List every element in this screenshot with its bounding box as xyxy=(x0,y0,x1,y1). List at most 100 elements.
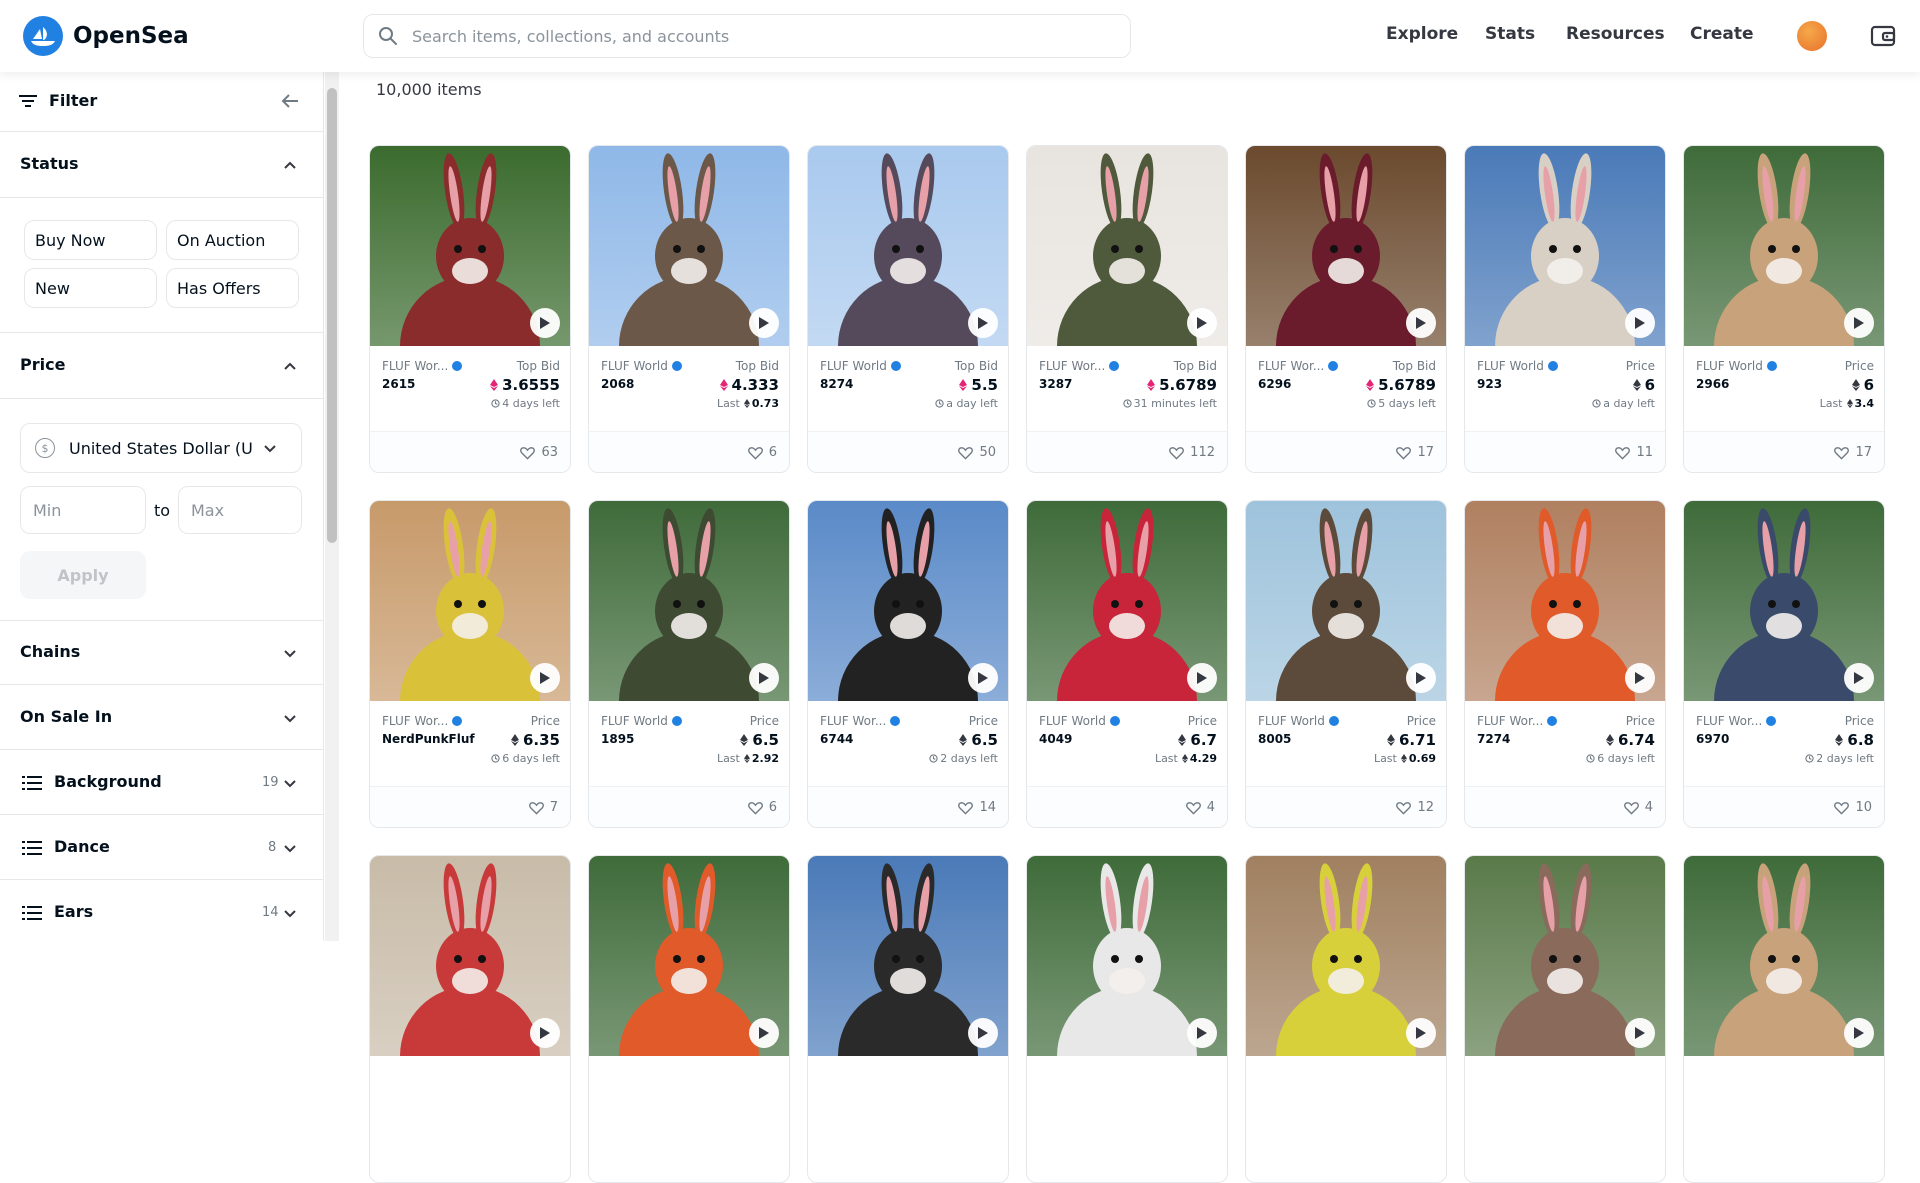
trait-dance-header[interactable]: Dance 8 xyxy=(0,815,323,880)
nft-card[interactable]: FLUF World 8274 Top Bid 5.5 a day left 50 xyxy=(807,145,1009,473)
play-button[interactable] xyxy=(1406,1018,1436,1048)
play-button[interactable] xyxy=(1187,663,1217,693)
favorite-button[interactable]: 14 xyxy=(958,800,996,815)
favorite-button[interactable]: 10 xyxy=(1834,800,1872,815)
nft-card[interactable]: FLUF World 2068 Top Bid 4.333 Last 0.73 6 xyxy=(588,145,790,473)
collection-name[interactable]: FLUF Wor... xyxy=(1477,714,1558,728)
nft-card[interactable]: FLUF Wor... 6296 Top Bid 5.6789 5 days left 1… xyxy=(1245,145,1447,473)
play-button[interactable] xyxy=(530,308,560,338)
new-button[interactable]: New xyxy=(24,268,157,308)
nav-resources[interactable]: Resources xyxy=(1566,24,1665,44)
nav-stats[interactable]: Stats xyxy=(1485,24,1535,44)
nft-card[interactable] xyxy=(807,855,1009,1183)
min-price-input[interactable]: Min xyxy=(20,486,146,534)
play-button[interactable] xyxy=(1844,308,1874,338)
search-input[interactable] xyxy=(412,26,1092,46)
play-button[interactable] xyxy=(530,1018,560,1048)
wallet-icon[interactable] xyxy=(1869,22,1897,50)
nft-card[interactable] xyxy=(369,855,571,1183)
play-button[interactable] xyxy=(1406,663,1436,693)
favorite-button[interactable]: 17 xyxy=(1834,445,1872,460)
currency-select[interactable]: $ United States Dollar (USD) xyxy=(20,423,302,473)
favorite-button[interactable]: 4 xyxy=(1185,800,1215,815)
on-sale-in-section-header[interactable]: On Sale In xyxy=(0,685,323,750)
opensea-logo[interactable]: OpenSea xyxy=(23,16,189,56)
nft-card[interactable] xyxy=(1464,855,1666,1183)
nft-card[interactable]: FLUF World 923 Price 6 a day left 11 xyxy=(1464,145,1666,473)
nft-card[interactable]: FLUF World 8005 Price 6.71 Last 0.69 12 xyxy=(1245,500,1447,828)
collection-name[interactable]: FLUF World xyxy=(601,359,682,373)
collection-name[interactable]: FLUF Wor... xyxy=(1696,714,1777,728)
max-price-input[interactable]: Max xyxy=(178,486,302,534)
play-button[interactable] xyxy=(530,663,560,693)
collection-name[interactable]: FLUF Wor... xyxy=(1039,359,1120,373)
nft-card[interactable]: FLUF Wor... 2615 Top Bid 3.6555 4 days left 6… xyxy=(369,145,571,473)
collection-name[interactable]: FLUF World xyxy=(1696,359,1777,373)
collection-name[interactable]: FLUF Wor... xyxy=(382,359,463,373)
favorite-button[interactable]: 7 xyxy=(528,800,558,815)
collection-name[interactable]: FLUF World xyxy=(1477,359,1558,373)
play-button[interactable] xyxy=(968,308,998,338)
favorite-button[interactable]: 12 xyxy=(1396,800,1434,815)
nft-card[interactable] xyxy=(588,855,790,1183)
apply-button[interactable]: Apply xyxy=(20,551,146,599)
favorite-button[interactable]: 4 xyxy=(1623,800,1653,815)
nft-card[interactable] xyxy=(1683,855,1885,1183)
favorite-button[interactable]: 50 xyxy=(958,445,996,460)
play-button[interactable] xyxy=(1187,308,1217,338)
play-button[interactable] xyxy=(749,1018,779,1048)
play-button[interactable] xyxy=(968,663,998,693)
favorite-button[interactable]: 63 xyxy=(520,445,558,460)
nft-card[interactable]: FLUF Wor... 7274 Price 6.74 6 days left 4 xyxy=(1464,500,1666,828)
favorite-button[interactable]: 112 xyxy=(1169,445,1215,460)
collection-name[interactable]: FLUF Wor... xyxy=(820,714,901,728)
nft-card[interactable]: FLUF Wor... 3287 Top Bid 5.6789 31 minutes l… xyxy=(1026,145,1228,473)
nft-card[interactable]: FLUF Wor... 6970 Price 6.8 2 days left 10 xyxy=(1683,500,1885,828)
collection-name[interactable]: FLUF Wor... xyxy=(382,714,463,728)
play-button[interactable] xyxy=(1625,1018,1655,1048)
nft-card[interactable]: FLUF World 4049 Price 6.7 Last 4.29 4 xyxy=(1026,500,1228,828)
nft-card[interactable] xyxy=(1245,855,1447,1183)
play-button[interactable] xyxy=(1187,1018,1217,1048)
play-button[interactable] xyxy=(1844,663,1874,693)
chains-section-header[interactable]: Chains xyxy=(0,620,323,685)
price-section-header[interactable]: Price xyxy=(0,333,323,399)
sidebar-scrollbar[interactable] xyxy=(325,72,339,941)
favorite-button[interactable]: 6 xyxy=(747,800,777,815)
collection-name[interactable]: FLUF World xyxy=(1039,714,1120,728)
profile-avatar[interactable] xyxy=(1797,21,1827,51)
favorite-button[interactable]: 6 xyxy=(747,445,777,460)
nft-card[interactable]: FLUF Wor... NerdPunkFluf Price 6.35 6 days l… xyxy=(369,500,571,828)
favorite-button[interactable]: 17 xyxy=(1396,445,1434,460)
collection-name[interactable]: FLUF World xyxy=(820,359,901,373)
collapse-sidebar-arrow-icon[interactable] xyxy=(281,93,299,109)
play-button[interactable] xyxy=(1406,308,1436,338)
card-footer: 50 xyxy=(808,431,1008,472)
play-button[interactable] xyxy=(749,308,779,338)
play-button[interactable] xyxy=(749,663,779,693)
play-button[interactable] xyxy=(1844,1018,1874,1048)
on-auction-button[interactable]: On Auction xyxy=(166,220,299,260)
nft-card[interactable]: FLUF World 2966 Price 6 Last 3.4 17 xyxy=(1683,145,1885,473)
collection-name[interactable]: FLUF Wor... xyxy=(1258,359,1339,373)
token-id: 7274 xyxy=(1477,732,1511,746)
nav-explore[interactable]: Explore xyxy=(1386,24,1458,44)
buy-now-button[interactable]: Buy Now xyxy=(24,220,157,260)
play-button[interactable] xyxy=(968,1018,998,1048)
has-offers-button[interactable]: Has Offers xyxy=(166,268,299,308)
collection-name[interactable]: FLUF World xyxy=(1258,714,1339,728)
play-button[interactable] xyxy=(1625,308,1655,338)
trait-background-header[interactable]: Background 19 xyxy=(0,750,323,815)
status-section-header[interactable]: Status xyxy=(0,132,323,198)
heart-icon xyxy=(1834,801,1850,815)
nft-card[interactable]: FLUF Wor... 6744 Price 6.5 2 days left 14 xyxy=(807,500,1009,828)
favorite-button[interactable]: 11 xyxy=(1615,445,1653,460)
nav-create[interactable]: Create xyxy=(1690,24,1754,44)
collection-name[interactable]: FLUF World xyxy=(601,714,682,728)
trait-ears-header[interactable]: Ears 14 xyxy=(0,880,323,941)
scrollbar-thumb[interactable] xyxy=(327,88,337,543)
nft-card[interactable] xyxy=(1026,855,1228,1183)
nft-card[interactable]: FLUF World 1895 Price 6.5 Last 2.92 6 xyxy=(588,500,790,828)
search-bar[interactable] xyxy=(363,14,1131,58)
play-button[interactable] xyxy=(1625,663,1655,693)
